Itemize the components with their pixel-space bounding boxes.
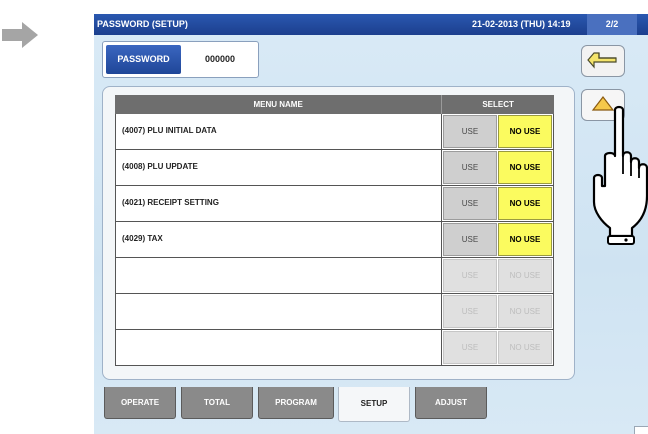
no-use-button[interactable]: NO USE xyxy=(498,223,552,256)
menu-name-cell xyxy=(116,258,442,293)
title-bar: PASSWORD (SETUP) 21-02-2013 (THU) 14:19 … xyxy=(94,14,648,35)
menu-name-cell: (4008) PLU UPDATE xyxy=(116,150,442,185)
table-row: USE NO USE xyxy=(115,294,554,330)
no-use-button-disabled: NO USE xyxy=(498,259,552,292)
password-box: PASSWORD 000000 xyxy=(102,41,259,78)
menu-name-cell xyxy=(116,294,442,329)
header-select: SELECT xyxy=(442,95,554,114)
use-button[interactable]: USE xyxy=(443,151,497,184)
use-button-disabled: USE xyxy=(443,295,497,328)
use-button[interactable]: USE xyxy=(443,115,497,148)
right-arrow-icon xyxy=(2,22,38,48)
no-use-button[interactable]: NO USE xyxy=(498,115,552,148)
page-indicator: 2/2 xyxy=(587,14,637,35)
no-use-button[interactable]: NO USE xyxy=(498,187,552,220)
table-row: USE NO USE xyxy=(115,330,554,366)
table-header: MENU NAME SELECT xyxy=(115,95,554,114)
use-button[interactable]: USE xyxy=(443,223,497,256)
no-use-button-disabled: NO USE xyxy=(498,295,552,328)
header-menu-name: MENU NAME xyxy=(115,95,443,114)
date-time: 21-02-2013 (THU) 14:19 xyxy=(472,19,571,29)
table-row: (4029) TAX USE NO USE xyxy=(115,222,554,258)
menu-name-cell: (4021) RECEIPT SETTING xyxy=(116,186,442,221)
password-label[interactable]: PASSWORD xyxy=(106,45,181,74)
table-row: (4021) RECEIPT SETTING USE NO USE xyxy=(115,186,554,222)
menu-name-cell: (4007) PLU INITIAL DATA xyxy=(116,114,442,149)
use-button[interactable]: USE xyxy=(443,187,497,220)
tab-adjust[interactable]: ADJUST xyxy=(415,387,487,419)
scale-screen: PASSWORD (SETUP) 21-02-2013 (THU) 14:19 … xyxy=(94,14,648,434)
pointing-hand-icon xyxy=(592,105,648,245)
corner-box xyxy=(634,426,648,434)
menu-name-cell xyxy=(116,330,442,365)
tab-total[interactable]: TOTAL xyxy=(181,387,253,419)
use-button-disabled: USE xyxy=(443,331,497,364)
menu-table: MENU NAME SELECT (4007) PLU INITIAL DATA… xyxy=(115,95,554,366)
no-use-button[interactable]: NO USE xyxy=(498,151,552,184)
table-row: (4007) PLU INITIAL DATA USE NO USE xyxy=(115,114,554,150)
tab-program[interactable]: PROGRAM xyxy=(258,387,334,419)
password-value: 000000 xyxy=(204,54,236,64)
table-row: USE NO USE xyxy=(115,258,554,294)
screen-title: PASSWORD (SETUP) xyxy=(97,19,188,29)
table-row: (4008) PLU UPDATE USE NO USE xyxy=(115,150,554,186)
menu-name-cell: (4029) TAX xyxy=(116,222,442,257)
return-button[interactable] xyxy=(581,45,625,77)
return-arrow-icon xyxy=(587,52,617,69)
tab-setup[interactable]: SETUP xyxy=(338,387,410,422)
no-use-button-disabled: NO USE xyxy=(498,331,552,364)
use-button-disabled: USE xyxy=(443,259,497,292)
tab-operate[interactable]: OPERATE xyxy=(104,387,176,419)
